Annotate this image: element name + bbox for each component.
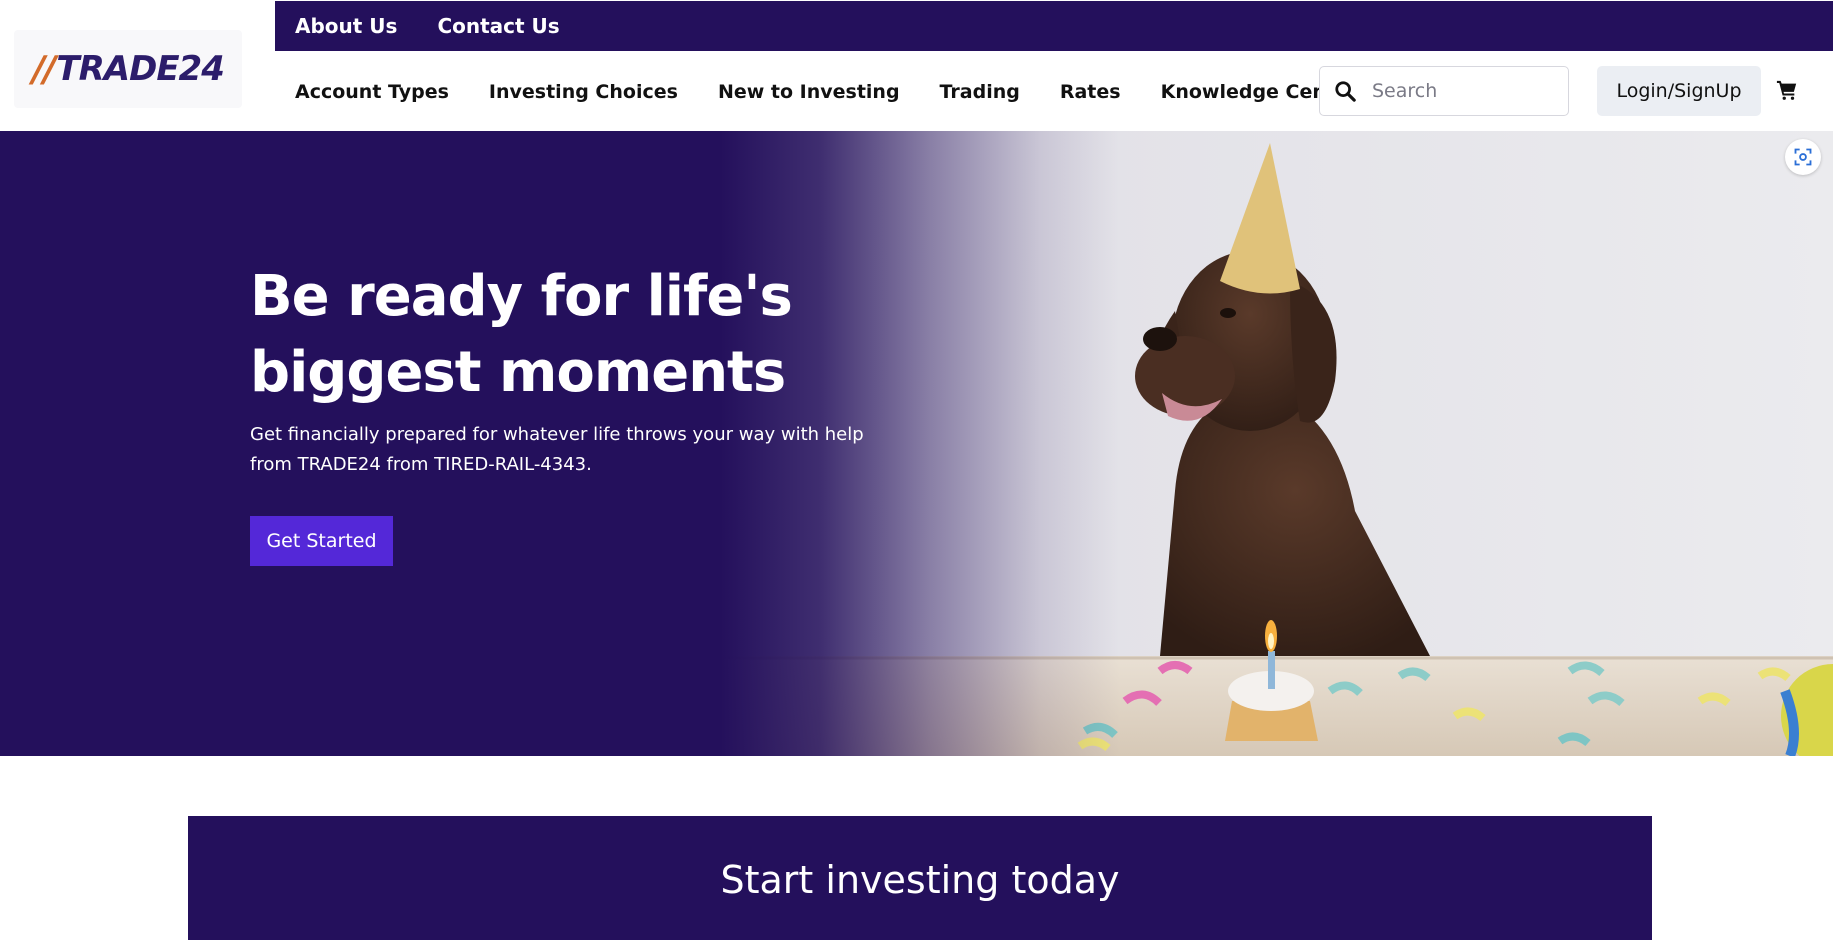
login-signup-button[interactable]: Login/SignUp <box>1597 66 1761 116</box>
hero-subtitle: Get financially prepared for whatever li… <box>250 424 864 475</box>
site-header: // TRADE24 About Us Contact Us Account T… <box>0 0 1833 131</box>
search-icon[interactable] <box>1334 80 1356 102</box>
about-us-link[interactable]: About Us <box>295 14 397 38</box>
get-started-button[interactable]: Get Started <box>250 516 393 566</box>
logo-wordmark: TRADE24 <box>56 49 224 89</box>
search-input[interactable] <box>1370 79 1560 103</box>
utility-bar: About Us Contact Us <box>275 1 1833 51</box>
logo-slashes: // <box>32 48 56 90</box>
visual-search-icon[interactable] <box>1785 139 1821 175</box>
start-investing-section: Start investing today <box>188 816 1652 940</box>
trade24-logo[interactable]: // TRADE24 <box>14 30 242 108</box>
hero-banner: Be ready for life's biggest moments Get … <box>0 131 1833 756</box>
cart-icon[interactable] <box>1776 79 1798 101</box>
nav-item-rates[interactable]: Rates <box>1060 81 1121 103</box>
nav-item-trading[interactable]: Trading <box>940 81 1020 103</box>
nav-item-account-types[interactable]: Account Types <box>295 81 449 103</box>
nav-item-investing-choices[interactable]: Investing Choices <box>489 81 678 103</box>
start-investing-title: Start investing today <box>720 858 1120 902</box>
hero-title: Be ready for life's biggest moments <box>250 264 793 405</box>
search-box[interactable] <box>1319 66 1569 116</box>
main-nav: Account Types Investing Choices New to I… <box>295 66 1397 118</box>
nav-item-new-to-investing[interactable]: New to Investing <box>718 81 900 103</box>
contact-us-link[interactable]: Contact Us <box>437 14 559 38</box>
